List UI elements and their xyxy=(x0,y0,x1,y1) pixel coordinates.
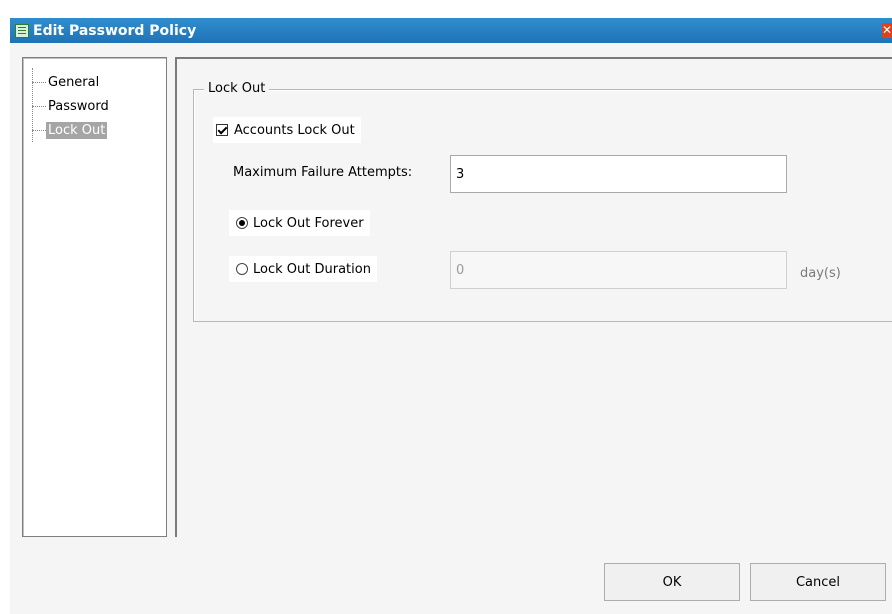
radio-unselected-icon[interactable] xyxy=(236,263,248,275)
policy-book-icon xyxy=(15,23,29,38)
navigation-tree: General Password Lock Out xyxy=(22,57,167,537)
max-failure-attempts-value: 3 xyxy=(456,166,465,182)
window-title: Edit Password Policy xyxy=(33,22,197,39)
dialog-body: General Password Lock Out Lock Out Accou… xyxy=(10,43,892,614)
tree-item-label: Lock Out xyxy=(46,121,108,139)
tree-branch-line xyxy=(32,129,46,131)
tree-item-general[interactable]: General xyxy=(32,72,101,92)
duration-unit-label: day(s) xyxy=(800,266,841,281)
group-title: Lock Out xyxy=(204,81,270,96)
lock-out-duration-radio[interactable]: Lock Out Duration xyxy=(229,256,377,282)
lock-out-groupbox: Lock Out Accounts Lock Out Maximum Failu… xyxy=(193,81,892,322)
lock-out-forever-radio[interactable]: Lock Out Forever xyxy=(229,210,370,236)
max-failure-attempts-input[interactable]: 3 xyxy=(450,155,787,193)
tree-item-label: General xyxy=(48,74,100,90)
lock-out-duration-input[interactable]: 0 xyxy=(450,251,787,289)
lock-out-panel: Lock Out Accounts Lock Out Maximum Failu… xyxy=(175,57,892,537)
tree-branch-line xyxy=(32,105,46,107)
accounts-lock-out-checkbox[interactable]: Accounts Lock Out xyxy=(213,117,361,143)
title-bar: Edit Password Policy ✕ xyxy=(10,18,892,43)
lock-out-duration-label: Lock Out Duration xyxy=(253,261,371,277)
tree-item-lock-out[interactable]: Lock Out xyxy=(32,120,108,140)
tree-item-label: Password xyxy=(48,98,109,114)
accounts-lock-out-label: Accounts Lock Out xyxy=(234,122,355,138)
max-failure-attempts-label: Maximum Failure Attempts: xyxy=(233,165,413,180)
lock-out-duration-value: 0 xyxy=(456,262,465,278)
close-icon[interactable]: ✕ xyxy=(882,23,892,38)
checkbox-checked-icon[interactable] xyxy=(216,124,228,136)
cancel-button[interactable]: Cancel xyxy=(750,563,886,601)
radio-selected-icon[interactable] xyxy=(236,217,248,229)
tree-item-password[interactable]: Password xyxy=(32,96,111,116)
tree-branch-line xyxy=(32,81,46,83)
ok-button[interactable]: OK xyxy=(604,563,740,601)
lock-out-forever-label: Lock Out Forever xyxy=(253,215,364,231)
